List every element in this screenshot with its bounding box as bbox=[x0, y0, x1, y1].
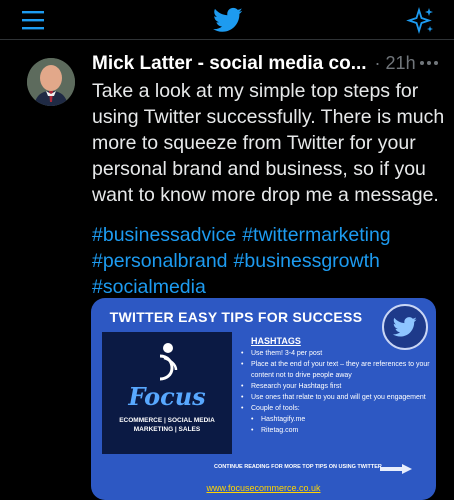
hashtag-link[interactable]: #businessgrowth bbox=[234, 250, 380, 272]
avatar-photo bbox=[27, 58, 75, 106]
focus-logo-mark-icon bbox=[159, 343, 178, 381]
tip-item: Place at the end of your text – they are… bbox=[241, 359, 431, 381]
author-name[interactable]: Mick Latter - social media co... bbox=[92, 53, 367, 74]
more-options-icon[interactable] bbox=[420, 52, 442, 65]
hashtag-link[interactable]: #socialmedia bbox=[92, 276, 206, 298]
focus-tagline-line-1: ECOMMERCE | SOCIAL MEDIA bbox=[119, 417, 215, 424]
avatar[interactable] bbox=[27, 58, 75, 106]
hashtag-link[interactable]: #businessadvice bbox=[92, 224, 236, 246]
tips-heading: HASHTAGS bbox=[251, 336, 301, 346]
tool-item: Ritetag.com bbox=[241, 425, 431, 436]
focus-tagline: ECOMMERCE | SOCIAL MEDIA MARKETING | SAL… bbox=[102, 416, 232, 434]
continue-reading-text: CONTINUE READING FOR MORE TOP TIPS ON US… bbox=[214, 464, 382, 470]
sparkle-icon[interactable] bbox=[405, 6, 435, 36]
tips-list: Use them! 3-4 per post Place at the end … bbox=[241, 348, 431, 436]
tweet-timestamp: · 21h bbox=[374, 53, 416, 73]
tip-item: Couple of tools: bbox=[241, 403, 431, 414]
hashtag-link[interactable]: #personalbrand bbox=[92, 250, 228, 272]
focus-brand-word: Focus bbox=[128, 382, 206, 411]
tip-item: Use ones that relate to you and will get… bbox=[241, 392, 431, 403]
hashtag-link[interactable]: #twittermarketing bbox=[242, 224, 390, 246]
focus-tagline-line-2: MARKETING | SALES bbox=[133, 426, 201, 433]
tip-item: Research your Hashtags first bbox=[241, 381, 431, 392]
card-twitter-bird-icon bbox=[382, 304, 428, 350]
focus-logo-panel: Focus ECOMMERCE | SOCIAL MEDIA MARKETING… bbox=[102, 332, 232, 454]
tweet[interactable]: Mick Latter - social media co... · 21h Ta… bbox=[0, 40, 454, 500]
tweet-text: Take a look at my simple top steps for u… bbox=[92, 80, 445, 206]
tweet-image-card[interactable]: TWITTER EASY TIPS FOR SUCCESS Focus ECOM… bbox=[91, 298, 436, 500]
arrow-right-icon bbox=[380, 464, 412, 474]
menu-icon[interactable] bbox=[22, 10, 44, 30]
tweet-header: Mick Latter - social media co... · 21h bbox=[92, 53, 444, 79]
tip-item: Use them! 3-4 per post bbox=[241, 348, 431, 359]
tool-item: Hashtagify.me bbox=[241, 414, 431, 425]
card-title: TWITTER EASY TIPS FOR SUCCESS bbox=[109, 309, 363, 325]
website-link[interactable]: www.focusecommerce.co.uk bbox=[91, 483, 436, 493]
tweet-hashtags: #businessadvice #twittermarketing #person… bbox=[92, 222, 447, 300]
top-bar bbox=[0, 0, 454, 40]
twitter-bird-icon[interactable] bbox=[211, 5, 245, 35]
